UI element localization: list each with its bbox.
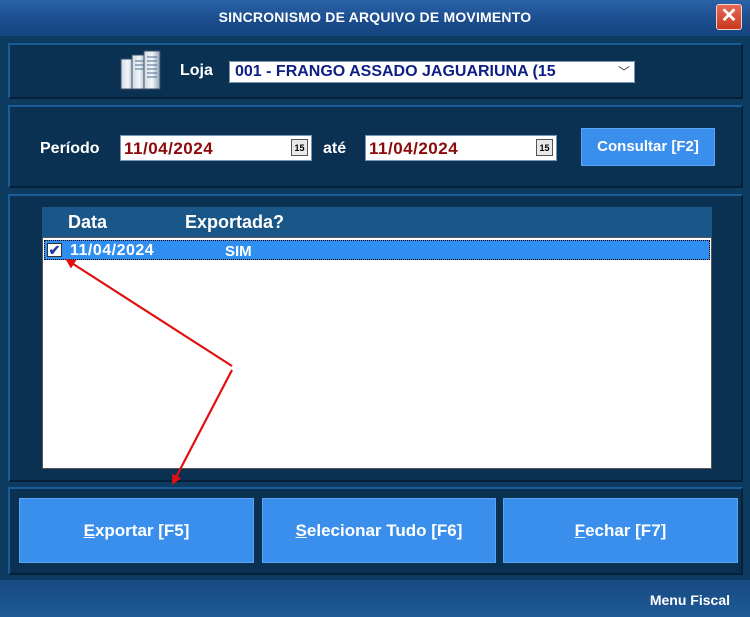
close-button-label: echar [F7] [585, 521, 667, 540]
select-all-button-hotkey: S [295, 521, 307, 540]
fiscal-menu-link[interactable]: Menu Fiscal [650, 592, 730, 608]
export-button-label: xportar [F5] [94, 521, 190, 540]
arrow-to-checkbox [65, 258, 233, 367]
arrow-to-export [172, 369, 233, 485]
select-all-button[interactable]: Selecionar Tudo [F6] [262, 498, 496, 563]
status-bar: Menu Fiscal [0, 580, 750, 617]
export-button-hotkey: E [83, 521, 95, 540]
close-button-hotkey: F [574, 521, 586, 540]
select-all-button-label: elecionar Tudo [F6] [306, 521, 463, 540]
close-button[interactable]: Fechar [F7] [503, 498, 738, 563]
export-button[interactable]: Exportar [F5] [19, 498, 254, 563]
